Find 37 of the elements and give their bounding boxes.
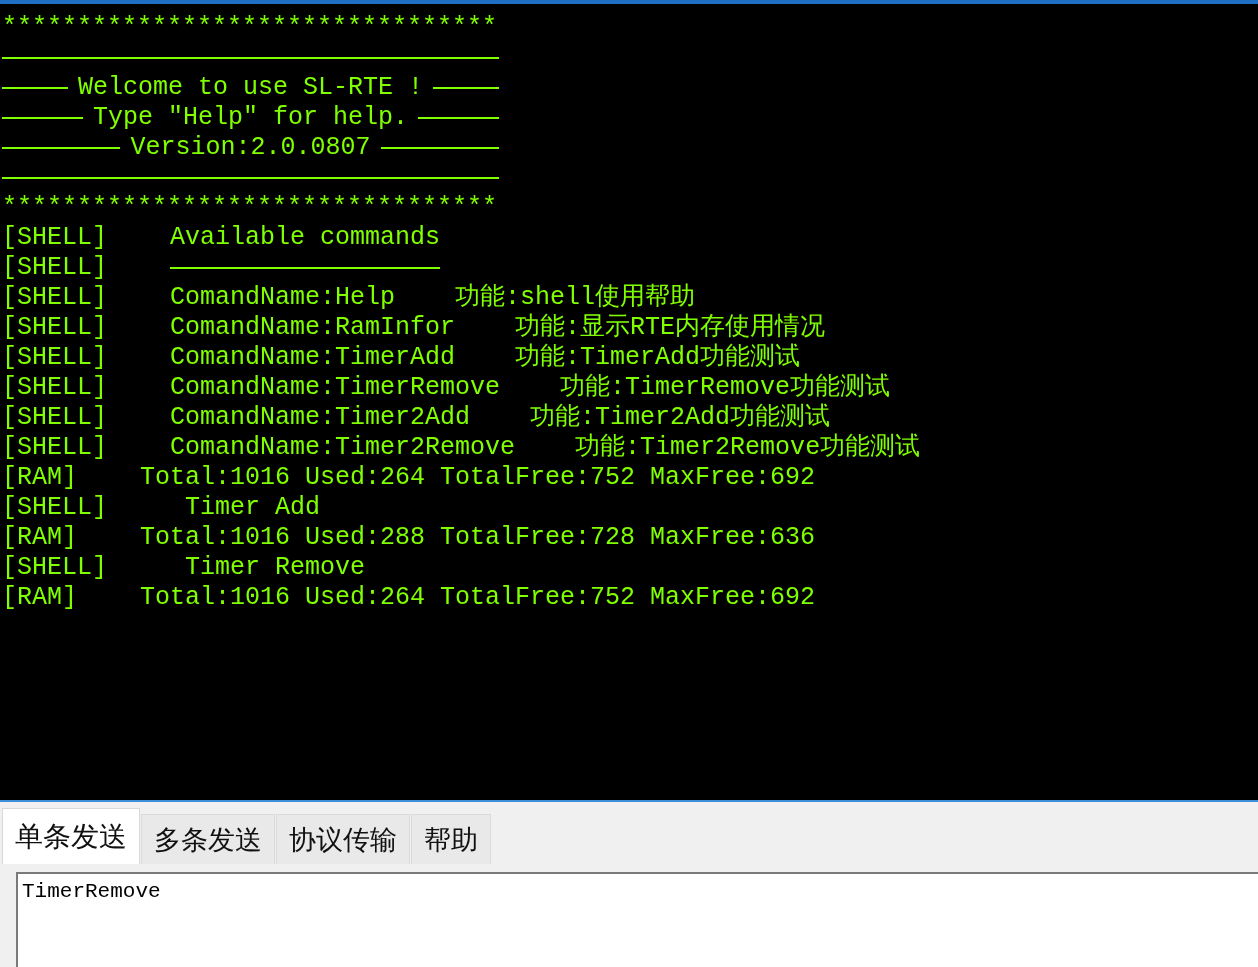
log-message: ComandName:TimerAdd 功能:TimerAdd功能测试 xyxy=(170,343,801,373)
tab[interactable]: 协议传输 xyxy=(276,814,410,864)
banner-text: Version:2.0.0807 xyxy=(129,133,372,163)
banner-text: Welcome to use SL-RTE ! xyxy=(76,73,425,103)
log-message: Total:1016 Used:264 TotalFree:752 MaxFree:692 xyxy=(140,463,816,493)
log-tag: [SHELL] xyxy=(2,403,108,433)
log-message: Timer Remove xyxy=(184,553,366,583)
terminal-text: ********************************* xyxy=(2,13,498,43)
log-tag: [SHELL] xyxy=(2,253,108,283)
log-message: ComandName:Timer2Add 功能:Timer2Add功能测试 xyxy=(170,403,831,433)
log-message: Total:1016 Used:264 TotalFree:752 MaxFree:692 xyxy=(140,583,816,613)
log-tag: [SHELL] xyxy=(2,343,108,373)
log-tag: [SHELL] xyxy=(2,433,108,463)
tab[interactable]: 帮助 xyxy=(411,814,491,864)
log-message: ComandName:RamInfor 功能:显示RTE内存使用情况 xyxy=(170,313,826,343)
log-message: ComandName:Timer2Remove 功能:Timer2Remove功能测试 xyxy=(170,433,921,463)
log-tag: [SHELL] xyxy=(2,553,108,583)
tab[interactable]: 单条发送 xyxy=(2,808,140,864)
log-tag: [RAM] xyxy=(2,583,77,613)
log-tag: [SHELL] xyxy=(2,313,108,343)
log-message: ComandName:TimerRemove 功能:TimerRemove功能测试 xyxy=(170,373,891,403)
separator-line xyxy=(2,87,68,89)
banner-text: Type "Help" for help. xyxy=(91,103,410,133)
terminal-text: ********************************* xyxy=(2,193,498,223)
log-message: ComandName:Help 功能:shell使用帮助 xyxy=(170,283,696,313)
log-tag: [SHELL] xyxy=(2,373,108,403)
send-input-field[interactable]: TimerRemove xyxy=(16,872,1258,967)
log-message: Timer Add xyxy=(184,493,321,523)
log-tag: [RAM] xyxy=(2,523,77,553)
log-message: Total:1016 Used:288 TotalFree:728 MaxFree:636 xyxy=(140,523,816,553)
log-tag: [SHELL] xyxy=(2,283,108,313)
log-tag: [SHELL] xyxy=(2,223,108,253)
log-message: Available commands xyxy=(170,223,441,253)
tab[interactable]: 多条发送 xyxy=(141,814,275,864)
separator-line xyxy=(433,87,499,89)
log-tag: [RAM] xyxy=(2,463,77,493)
log-tag: [SHELL] xyxy=(2,493,108,523)
